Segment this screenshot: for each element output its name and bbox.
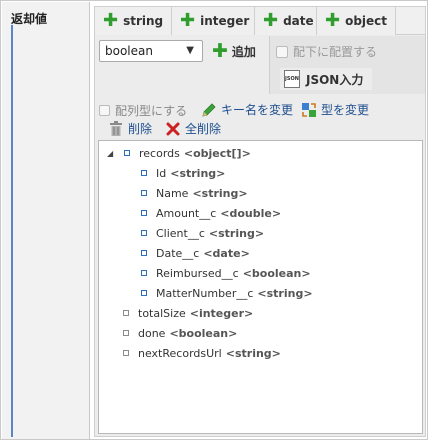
plus-icon: ✚: [180, 10, 196, 31]
tree-toolbar: 配列型にする キー名を変更 型を変更 削除 全削除: [95, 99, 425, 139]
change-type-button[interactable]: 型を変更: [301, 101, 369, 118]
node-icon: [123, 310, 129, 316]
json-icon-text: JSON: [285, 76, 299, 82]
tree-node[interactable]: Amount__c <double>: [141, 205, 281, 221]
node-icon: [141, 290, 147, 296]
place-under-checkbox[interactable]: [276, 45, 288, 58]
tab-integer[interactable]: ✚ integer: [172, 7, 255, 35]
node-name: Name: [156, 186, 189, 200]
tab-label: integer: [200, 14, 250, 28]
tab-date[interactable]: ✚ date: [255, 7, 317, 35]
node-icon: [141, 230, 147, 236]
tab-label: date: [283, 14, 314, 28]
tree-node[interactable]: Date__c <date>: [141, 245, 250, 261]
node-icon: [141, 270, 147, 276]
node-type: <boolean>: [242, 266, 311, 280]
delete-button[interactable]: 削除: [109, 120, 152, 137]
node-type: <integer>: [189, 306, 254, 320]
node-name: records: [139, 146, 180, 160]
node-icon: [141, 190, 147, 196]
label-accent-bar: [11, 25, 13, 437]
delete-all-label: 全削除: [185, 122, 222, 136]
node-type: <string>: [208, 226, 265, 240]
node-type: <string>: [170, 166, 226, 180]
plus-icon: ✚: [212, 40, 228, 62]
rename-key-button[interactable]: キー名を変更: [201, 101, 293, 118]
plus-icon: ✚: [103, 10, 119, 31]
add-button[interactable]: ✚ 追加: [212, 40, 256, 62]
json-input-button[interactable]: JSON JSON入力: [280, 68, 372, 90]
tree-node[interactable]: MatterNumber__c <string>: [141, 285, 313, 301]
delete-all-button[interactable]: 全削除: [166, 120, 221, 137]
plus-icon: ✚: [325, 10, 341, 31]
type-select[interactable]: boolean ▼: [99, 40, 203, 62]
plus-icon: ✚: [263, 10, 279, 31]
rename-key-label: キー名を変更: [221, 103, 294, 117]
add-label: 追加: [231, 44, 256, 59]
collapse-triangle-icon[interactable]: ◢: [107, 149, 117, 158]
node-icon: [124, 150, 130, 156]
array-type-label: 配列型にする: [115, 104, 188, 118]
tree-node-records[interactable]: ◢ records <object[]>: [107, 145, 251, 161]
node-type: <string>: [257, 286, 313, 300]
control-bar: boolean ▼ ✚ 追加 配下に配置する JSON JSON入力: [95, 36, 425, 94]
tree-node[interactable]: Client__c <string>: [141, 225, 264, 241]
type-select-value: boolean: [105, 44, 153, 58]
place-under-option[interactable]: 配下に配置する: [276, 43, 377, 60]
tree-node[interactable]: Name <string>: [141, 185, 248, 201]
node-icon: [141, 210, 147, 216]
node-name: Amount__c: [156, 206, 217, 220]
return-value-tree: ◢ records <object[]> Id <string> Name <s…: [98, 140, 423, 434]
node-name: Client__c: [156, 226, 205, 240]
tab-label: string: [123, 14, 164, 28]
return-value-label-cell: 返却値: [2, 2, 90, 439]
tab-object[interactable]: ✚ object: [317, 7, 396, 35]
return-value-label: 返却値: [11, 12, 48, 26]
delete-label: 削除: [128, 122, 153, 136]
json-file-icon: JSON: [284, 70, 300, 88]
node-type: <boolean>: [169, 326, 238, 340]
tab-label: object: [345, 14, 388, 28]
node-icon: [141, 170, 147, 176]
tree-node[interactable]: Id <string>: [141, 165, 225, 181]
json-input-label: JSON入力: [306, 72, 364, 87]
node-name: Id: [156, 166, 167, 180]
place-under-label: 配下に配置する: [293, 45, 378, 59]
node-icon: [123, 350, 129, 356]
node-type: <string>: [192, 186, 248, 200]
node-type: <string>: [225, 346, 281, 360]
node-type: <object[]>: [183, 146, 251, 160]
pencil-icon: [202, 102, 216, 117]
change-type-label: 型を変更: [321, 103, 370, 117]
node-name: Reimbursed__c: [156, 266, 239, 280]
node-type: <double>: [220, 206, 282, 220]
dropdown-caret-icon: ▼: [186, 45, 194, 56]
tree-node[interactable]: nextRecordsUrl <string>: [123, 345, 281, 361]
node-name: nextRecordsUrl: [138, 346, 222, 360]
type-tabs: ✚ string ✚ integer ✚ date ✚ object: [95, 7, 425, 35]
trash-icon: [110, 121, 122, 136]
array-type-option[interactable]: 配列型にする: [99, 102, 187, 119]
node-name: totalSize: [138, 306, 186, 320]
tree-node[interactable]: Reimbursed__c <boolean>: [141, 265, 311, 281]
node-type: <date>: [203, 246, 250, 260]
change-type-icon: [302, 102, 316, 117]
node-name: Date__c: [156, 246, 200, 260]
return-value-row: 返却値 ✚ string ✚ integer ✚ date ✚ object b…: [0, 0, 428, 440]
node-name: MatterNumber__c: [156, 286, 254, 300]
node-icon: [123, 330, 129, 336]
array-type-checkbox[interactable]: [99, 105, 110, 116]
placement-options: 配下に配置する JSON JSON入力: [269, 36, 425, 94]
tree-node[interactable]: totalSize <integer>: [123, 305, 253, 321]
return-value-editor: ✚ string ✚ integer ✚ date ✚ object boole…: [94, 6, 426, 437]
node-name: done: [138, 326, 166, 340]
tab-string[interactable]: ✚ string: [95, 7, 172, 35]
tree-node[interactable]: done <boolean>: [123, 325, 237, 341]
red-x-icon: [166, 122, 180, 135]
node-icon: [141, 250, 147, 256]
